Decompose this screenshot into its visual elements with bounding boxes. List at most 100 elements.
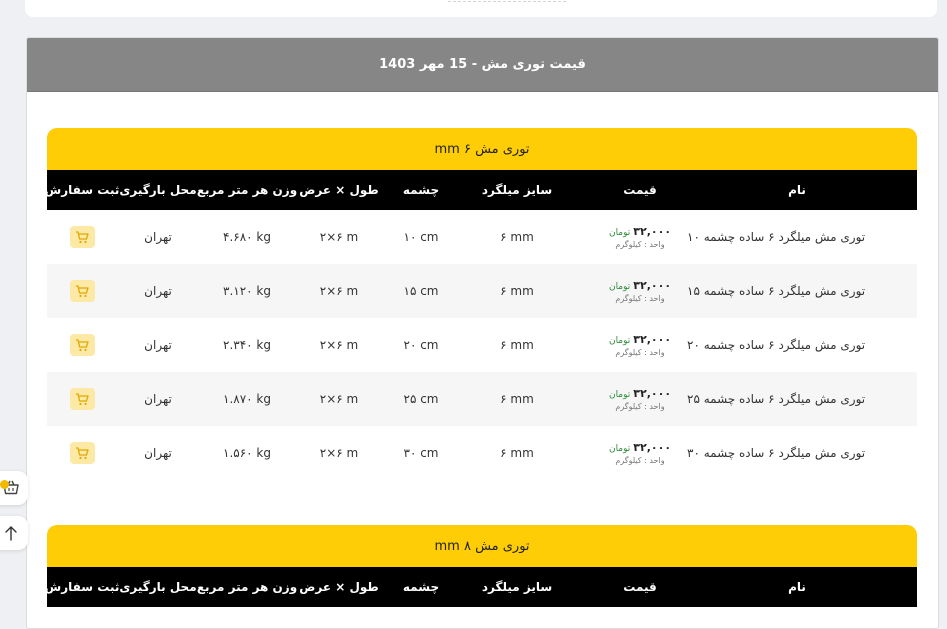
price-amount: ۳۲,۰۰۰	[633, 332, 672, 346]
table-row: توری مش میلگرد ۶ ساده چشمه ۲۰ ۳۲,۰۰۰توما…	[47, 318, 917, 372]
dimensions: ۲×۶ m	[319, 392, 359, 406]
add-to-cart-button[interactable]	[69, 334, 95, 356]
table-row: توری مش میلگرد ۶ ساده چشمه ۳۰ ۳۲,۰۰۰توما…	[47, 426, 917, 480]
currency: تومان	[608, 443, 631, 454]
location: تهران	[144, 338, 172, 352]
dimensions: ۲×۶ m	[319, 446, 359, 460]
price-cell: ۳۲,۰۰۰تومان واحد : کیلوگرم	[565, 264, 715, 318]
col-order: ثبت سفارش	[44, 580, 120, 594]
mesh-size: ۱۰ cm	[403, 230, 439, 244]
top-card	[25, 0, 937, 17]
currency: تومان	[608, 227, 631, 238]
table-6mm: توری مش ۶ mm نام قیمت سایز میلگرد چشمه ط…	[44, 128, 917, 480]
col-dim: طول × عرض	[299, 183, 379, 197]
cart-icon	[76, 230, 89, 243]
scroll-top-button[interactable]	[0, 516, 28, 550]
col-weight: وزن هر متر مربع	[196, 183, 298, 197]
price-cell: ۳۲,۰۰۰تومان واحد : کیلوگرم	[565, 210, 715, 264]
dimensions: ۲×۶ m	[319, 284, 359, 298]
table-header: نام قیمت سایز میلگرد چشمه طول × عرض وزن …	[44, 170, 917, 210]
divider	[448, 0, 566, 2]
currency: تومان	[608, 281, 631, 292]
table-row: توری مش میلگرد ۶ ساده چشمه ۲۵ ۳۲,۰۰۰توما…	[47, 372, 917, 426]
col-name: نام	[788, 183, 806, 197]
page-title: قیمت توری مش - 15 مهر 1403	[27, 38, 938, 92]
price-cell: ۳۲,۰۰۰تومان واحد : کیلوگرم	[565, 372, 715, 426]
add-to-cart-button[interactable]	[69, 280, 95, 302]
col-size: سایز میلگرد	[481, 580, 553, 594]
table-title: توری مش ۶ mm	[47, 128, 917, 170]
location: تهران	[144, 230, 172, 244]
mesh-size: ۲۵ cm	[403, 392, 439, 406]
price-amount: ۳۲,۰۰۰	[633, 224, 672, 238]
table-row: توری مش میلگرد ۶ ساده چشمه ۱۵ ۳۲,۰۰۰توما…	[47, 264, 917, 318]
cart-badge	[0, 480, 9, 489]
mesh-size: ۲۰ cm	[403, 338, 439, 352]
price-amount: ۳۲,۰۰۰	[633, 386, 672, 400]
weight: ۱.۸۷۰ kg	[223, 392, 271, 406]
order-cell	[47, 210, 117, 264]
col-location: محل بارگیری	[119, 580, 197, 594]
col-order: ثبت سفارش	[44, 183, 120, 197]
col-name: نام	[788, 580, 806, 594]
mesh-size: ۱۵ cm	[403, 284, 439, 298]
rebar-size: ۶ mm	[500, 392, 534, 406]
rebar-size: ۶ mm	[500, 338, 534, 352]
table-header: نام قیمت سایز میلگرد چشمه طول × عرض وزن …	[44, 567, 917, 607]
dimensions: ۲×۶ m	[319, 338, 359, 352]
table-8mm: توری مش ۸ mm نام قیمت سایز میلگرد چشمه ط…	[44, 525, 917, 607]
price-amount: ۳۲,۰۰۰	[633, 278, 672, 292]
col-location: محل بارگیری	[119, 183, 197, 197]
add-to-cart-button[interactable]	[69, 388, 95, 410]
currency: تومان	[608, 335, 631, 346]
price-amount: ۳۲,۰۰۰	[633, 440, 672, 454]
order-cell	[47, 264, 117, 318]
product-name: توری مش میلگرد ۶ ساده چشمه ۲۵	[687, 392, 866, 406]
add-to-cart-button[interactable]	[69, 442, 95, 464]
cart-icon	[76, 446, 89, 459]
weight: ۲.۳۴۰ kg	[223, 338, 271, 352]
cart-icon	[76, 284, 89, 297]
product-name: توری مش میلگرد ۶ ساده چشمه ۱۰	[687, 230, 866, 244]
col-weight: وزن هر متر مربع	[196, 580, 298, 594]
product-name: توری مش میلگرد ۶ ساده چشمه ۲۰	[687, 338, 866, 352]
product-name: توری مش میلگرد ۶ ساده چشمه ۳۰	[687, 446, 866, 460]
price-panel: قیمت توری مش - 15 مهر 1403 توری مش ۶ mm …	[26, 37, 939, 629]
price-cell: ۳۲,۰۰۰تومان واحد : کیلوگرم	[565, 318, 715, 372]
table-row: توری مش میلگرد ۶ ساده چشمه ۱۰ ۳۲,۰۰۰توما…	[47, 210, 917, 264]
unit-label: واحد : کیلوگرم	[615, 348, 665, 358]
location: تهران	[144, 284, 172, 298]
product-name: توری مش میلگرد ۶ ساده چشمه ۱۵	[687, 284, 866, 298]
order-cell	[47, 318, 117, 372]
unit-label: واحد : کیلوگرم	[615, 240, 665, 250]
rebar-size: ۶ mm	[500, 446, 534, 460]
weight: ۳.۱۲۰ kg	[223, 284, 271, 298]
table-title: توری مش ۸ mm	[47, 525, 917, 567]
weight: ۱.۵۶۰ kg	[223, 446, 271, 460]
location: تهران	[144, 392, 172, 406]
rebar-size: ۶ mm	[500, 284, 534, 298]
rebar-size: ۶ mm	[500, 230, 534, 244]
cart-icon	[76, 338, 89, 351]
add-to-cart-button[interactable]	[69, 226, 95, 248]
unit-label: واحد : کیلوگرم	[615, 294, 665, 304]
col-mesh: چشمه	[402, 580, 440, 594]
col-dim: طول × عرض	[299, 580, 379, 594]
location: تهران	[144, 446, 172, 460]
price-cell: ۳۲,۰۰۰تومان واحد : کیلوگرم	[565, 426, 715, 480]
cart-icon	[76, 392, 89, 405]
col-price: قیمت	[623, 183, 657, 197]
order-cell	[47, 372, 117, 426]
basket-button[interactable]	[0, 471, 28, 505]
mesh-size: ۳۰ cm	[403, 446, 439, 460]
col-mesh: چشمه	[402, 183, 440, 197]
unit-label: واحد : کیلوگرم	[615, 456, 665, 466]
col-price: قیمت	[623, 580, 657, 594]
unit-label: واحد : کیلوگرم	[615, 402, 665, 412]
arrow-up-icon	[5, 526, 17, 541]
order-cell	[47, 426, 117, 480]
weight: ۴.۶۸۰ kg	[223, 230, 271, 244]
dimensions: ۲×۶ m	[319, 230, 359, 244]
col-size: سایز میلگرد	[481, 183, 553, 197]
currency: تومان	[608, 389, 631, 400]
